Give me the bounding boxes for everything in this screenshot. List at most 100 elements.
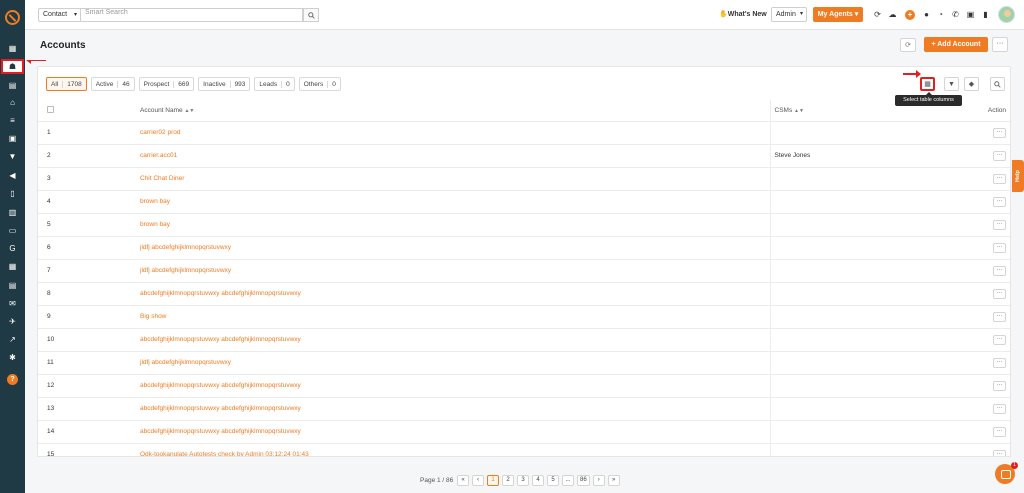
row-more-button[interactable]: ··· bbox=[993, 242, 1006, 253]
row-more-button[interactable]: ··· bbox=[993, 449, 1006, 456]
add-account-button[interactable]: + Add Account bbox=[924, 37, 988, 52]
list-icon[interactable]: ≡ bbox=[5, 114, 20, 126]
cloud-icon[interactable]: ☁ bbox=[888, 10, 897, 19]
account-link[interactable]: brown bay bbox=[140, 221, 170, 228]
last-page-button[interactable]: » bbox=[607, 475, 620, 486]
document-icon[interactable]: ▯ bbox=[5, 187, 20, 199]
table-row[interactable]: 10 abcdefghijklmnopqrstuvwxy abcdefghijkl… bbox=[38, 328, 1010, 352]
bank-icon[interactable]: ⌂ bbox=[5, 96, 20, 108]
account-link[interactable]: carrier.acc01 bbox=[140, 152, 177, 159]
sort-icon[interactable]: ▲▼ bbox=[794, 108, 804, 114]
filter-chip-active[interactable]: Active 46 bbox=[90, 77, 135, 91]
row-more-button[interactable]: ··· bbox=[993, 357, 1006, 368]
accounts-icon[interactable]: ☗ bbox=[1, 59, 24, 74]
trash-icon[interactable]: ▮ bbox=[981, 10, 990, 19]
row-more-button[interactable]: ··· bbox=[993, 150, 1006, 161]
search-button[interactable] bbox=[303, 8, 319, 22]
contact-card-icon[interactable]: ▣ bbox=[5, 132, 20, 144]
account-link[interactable]: abcdefghijklmnopqrstuvwxy abcdefghijklmn… bbox=[140, 336, 301, 343]
table-row[interactable]: 6 jldfj abcdefghijklmnopqrstuvwxy ··· bbox=[38, 236, 1010, 260]
search-input[interactable]: Smart Search bbox=[81, 8, 303, 22]
dashboard-icon[interactable]: ▦ bbox=[5, 42, 20, 54]
table-row[interactable]: 3 Chit Chat Diner ··· bbox=[38, 167, 1010, 191]
table-row[interactable]: 11 jldfj abcdefghijklmnopqrstuvwxy ··· bbox=[38, 351, 1010, 375]
account-link[interactable]: abcdefghijklmnopqrstuvwxy abcdefghijklmn… bbox=[140, 382, 301, 389]
row-more-button[interactable]: ··· bbox=[993, 127, 1006, 138]
next-page-button[interactable]: › bbox=[592, 475, 605, 486]
page-button[interactable]: 5 bbox=[547, 475, 559, 486]
phone-icon[interactable]: ✆ bbox=[951, 10, 960, 19]
page-button[interactable]: 3 bbox=[517, 475, 529, 486]
table-row[interactable]: 4 brown bay ··· bbox=[38, 190, 1010, 214]
row-more-button[interactable]: ··· bbox=[993, 288, 1006, 299]
select-table-columns-button[interactable]: ▦ bbox=[920, 77, 935, 91]
account-link[interactable]: carrier02 prod bbox=[140, 129, 180, 136]
table-row[interactable]: 15 Odk-tookanulate Autotests check by Adm… bbox=[38, 443, 1010, 456]
column-header-csms[interactable]: CSMs ▲▼ bbox=[769, 100, 980, 122]
settings-icon[interactable]: ✱ bbox=[5, 351, 20, 363]
brand-logo-icon[interactable] bbox=[5, 10, 20, 25]
filter-chip-inactive[interactable]: Inactive 993 bbox=[198, 77, 251, 91]
bell-icon[interactable]: ● bbox=[922, 10, 931, 19]
google-icon[interactable]: G bbox=[5, 242, 20, 254]
page-button[interactable]: 4 bbox=[532, 475, 544, 486]
table-row[interactable]: 14 abcdefghijklmnopqrstuvwxy abcdefghijkl… bbox=[38, 420, 1010, 444]
table-search-button[interactable] bbox=[990, 77, 1005, 91]
filter-chip-all[interactable]: All 1708 bbox=[46, 77, 87, 91]
account-link[interactable]: Chit Chat Diner bbox=[140, 175, 184, 182]
table-row[interactable]: 13 abcdefghijklmnopqrstuvwxy abcdefghijkl… bbox=[38, 397, 1010, 421]
page-button[interactable]: ... bbox=[562, 475, 574, 486]
calendar-icon[interactable]: ▦ bbox=[5, 260, 20, 272]
sync-icon[interactable]: ⟳ bbox=[873, 10, 882, 19]
row-more-button[interactable]: ··· bbox=[993, 334, 1006, 345]
account-link[interactable]: jldfj abcdefghijklmnopqrstuvwxy bbox=[140, 359, 231, 366]
timer-icon[interactable]: ◔ bbox=[936, 10, 945, 19]
row-more-button[interactable]: ··· bbox=[993, 173, 1006, 184]
row-more-button[interactable]: ··· bbox=[993, 219, 1006, 230]
user-avatar[interactable] bbox=[998, 6, 1015, 23]
entity-select[interactable]: Contact ▾ bbox=[38, 8, 81, 22]
table-row[interactable]: 8 abcdefghijklmnopqrstuvwxy abcdefghijklm… bbox=[38, 282, 1010, 306]
chip-icon[interactable]: ▣ bbox=[966, 10, 975, 19]
funnel-icon[interactable]: ▼ bbox=[5, 150, 20, 162]
whats-new-link[interactable]: ✋What's New bbox=[719, 10, 767, 18]
filter-chip-prospect[interactable]: Prospect 669 bbox=[138, 77, 195, 91]
prev-page-button[interactable]: ‹ bbox=[472, 475, 484, 486]
row-more-button[interactable]: ··· bbox=[993, 311, 1006, 322]
row-more-button[interactable]: ··· bbox=[993, 380, 1006, 391]
notes-icon[interactable]: ▤ bbox=[5, 279, 20, 291]
row-more-button[interactable]: ··· bbox=[993, 426, 1006, 437]
table-row[interactable]: 7 jldfj abcdefghijklmnopqrstuvwxy ··· bbox=[38, 259, 1010, 283]
account-link[interactable]: jldfj abcdefghijklmnopqrstuvwxy bbox=[140, 244, 231, 251]
account-link[interactable]: jldfj abcdefghijklmnopqrstuvwxy bbox=[140, 267, 231, 274]
filter-chip-others[interactable]: Others 0 bbox=[298, 77, 341, 91]
plane-icon[interactable]: ✈ bbox=[5, 315, 20, 327]
row-more-button[interactable]: ··· bbox=[993, 265, 1006, 276]
filter-chip-leads[interactable]: Leads 0 bbox=[254, 77, 295, 91]
folder-icon[interactable]: ▭ bbox=[5, 224, 20, 236]
account-link[interactable]: Big show bbox=[140, 313, 166, 320]
megaphone-icon[interactable]: ◀ bbox=[5, 169, 20, 181]
table-row[interactable]: 12 abcdefghijklmnopqrstuvwxy abcdefghijkl… bbox=[38, 374, 1010, 398]
contacts-icon[interactable]: ▤ bbox=[5, 79, 20, 91]
add-icon[interactable]: + bbox=[905, 10, 915, 20]
filter-button[interactable]: ▼ bbox=[944, 77, 959, 91]
row-more-button[interactable]: ··· bbox=[993, 403, 1006, 414]
page-button[interactable]: 86 bbox=[577, 475, 590, 486]
row-more-button[interactable]: ··· bbox=[993, 196, 1006, 207]
reports-icon[interactable]: ▥ bbox=[5, 206, 20, 218]
table-row[interactable]: 1 carrier02 prod ··· bbox=[38, 121, 1010, 145]
account-link[interactable]: abcdefghijklmnopqrstuvwxy abcdefghijklmn… bbox=[140, 405, 301, 412]
page-button[interactable]: 2 bbox=[502, 475, 514, 486]
table-row[interactable]: 5 brown bay ··· bbox=[38, 213, 1010, 237]
table-row[interactable]: 9 Big show ··· bbox=[38, 305, 1010, 329]
page-button[interactable]: 1 bbox=[487, 475, 499, 486]
account-link[interactable]: Odk-tookanulate Autotests check by Admin… bbox=[140, 451, 309, 456]
column-header-account-name[interactable]: Account Name ▲▼ bbox=[140, 100, 770, 122]
help-question-icon[interactable]: ? bbox=[7, 374, 18, 385]
account-link[interactable]: abcdefghijklmnopqrstuvwxy abcdefghijklmn… bbox=[140, 290, 301, 297]
page-more-button[interactable]: ··· bbox=[992, 37, 1008, 52]
help-tab[interactable]: Help bbox=[1012, 160, 1024, 192]
mail-icon[interactable]: ✉ bbox=[5, 297, 20, 309]
sort-icon[interactable]: ▲▼ bbox=[184, 108, 194, 114]
